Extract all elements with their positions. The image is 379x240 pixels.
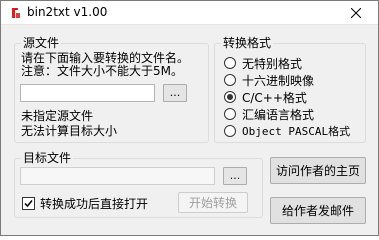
format-options: 无特别格式十六进制映像 C/C++格式 汇编语言格式 Object PASCAL格式 [224,55,364,140]
target-browse-button[interactable]: ... [223,167,247,185]
target-file-group: 目标文件 ... 转换成功后直接打开 开始转换 [14,150,263,218]
email-author-button[interactable]: 给作者发邮件 [270,197,366,224]
source-file-legend: 源文件 [21,35,62,51]
radio-button-icon[interactable] [224,91,236,103]
start-convert-button[interactable]: 开始转换 [178,192,248,213]
radio-button-icon[interactable] [224,108,236,120]
checkmark-icon [24,200,33,208]
radio-label: C/C++格式 [242,90,307,105]
radio-button-icon[interactable] [224,74,236,86]
bin2txt-app-icon [8,6,22,20]
radio-label: 十六进制映像 [242,73,315,88]
open-after-checkbox[interactable] [22,197,35,210]
source-file-group: 源文件 请在下面输入要转换的文件名。 注意：文件大小不能大于5M。 ... 未指… [14,35,209,143]
radio-label: Object PASCAL格式 [242,125,351,138]
window-title: bin2txt v1.00 [27,5,108,19]
source-browse-button[interactable]: ... [163,84,187,102]
target-size-status-text: 无法计算目标大小 [21,124,118,138]
title-bar[interactable]: bin2txt v1.00 [1,1,378,25]
radio-format-none[interactable]: 无特别格式 [224,55,302,71]
source-size-note: 注意：文件大小不能大于5M。 [21,64,183,78]
open-after-label[interactable]: 转换成功后直接打开 [40,197,148,211]
format-group: 转换格式 无特别格式十六进制映像 C/C++格式 汇编语言格式 Object PASC… [214,35,366,143]
radio-format-hex-image[interactable]: 十六进制映像 [224,72,314,88]
visit-homepage-button[interactable]: 访问作者的主页 [270,157,366,184]
radio-label: 汇编语言格式 [242,107,315,122]
app-window: bin2txt v1.00 源文件 请在下面输入要转换的文件名。 注意：文件大小… [0,0,379,236]
source-path-input[interactable] [20,84,155,102]
close-button[interactable] [333,1,378,25]
radio-button-icon[interactable] [224,57,236,69]
source-instruction-text: 请在下面输入要转换的文件名。 [21,51,190,65]
target-path-input[interactable] [20,167,215,185]
radio-label: 无特别格式 [242,56,303,71]
target-file-legend: 目标文件 [21,150,74,166]
format-legend: 转换格式 [221,35,274,51]
radio-format-asm[interactable]: 汇编语言格式 [224,106,314,122]
radio-format-object-pascal[interactable]: Object PASCAL格式 [224,123,350,139]
radio-format-c-cpp[interactable]: C/C++格式 [224,89,307,105]
source-status-text: 未指定源文件 [21,109,94,123]
radio-button-icon[interactable] [224,125,236,137]
close-icon [350,8,361,18]
